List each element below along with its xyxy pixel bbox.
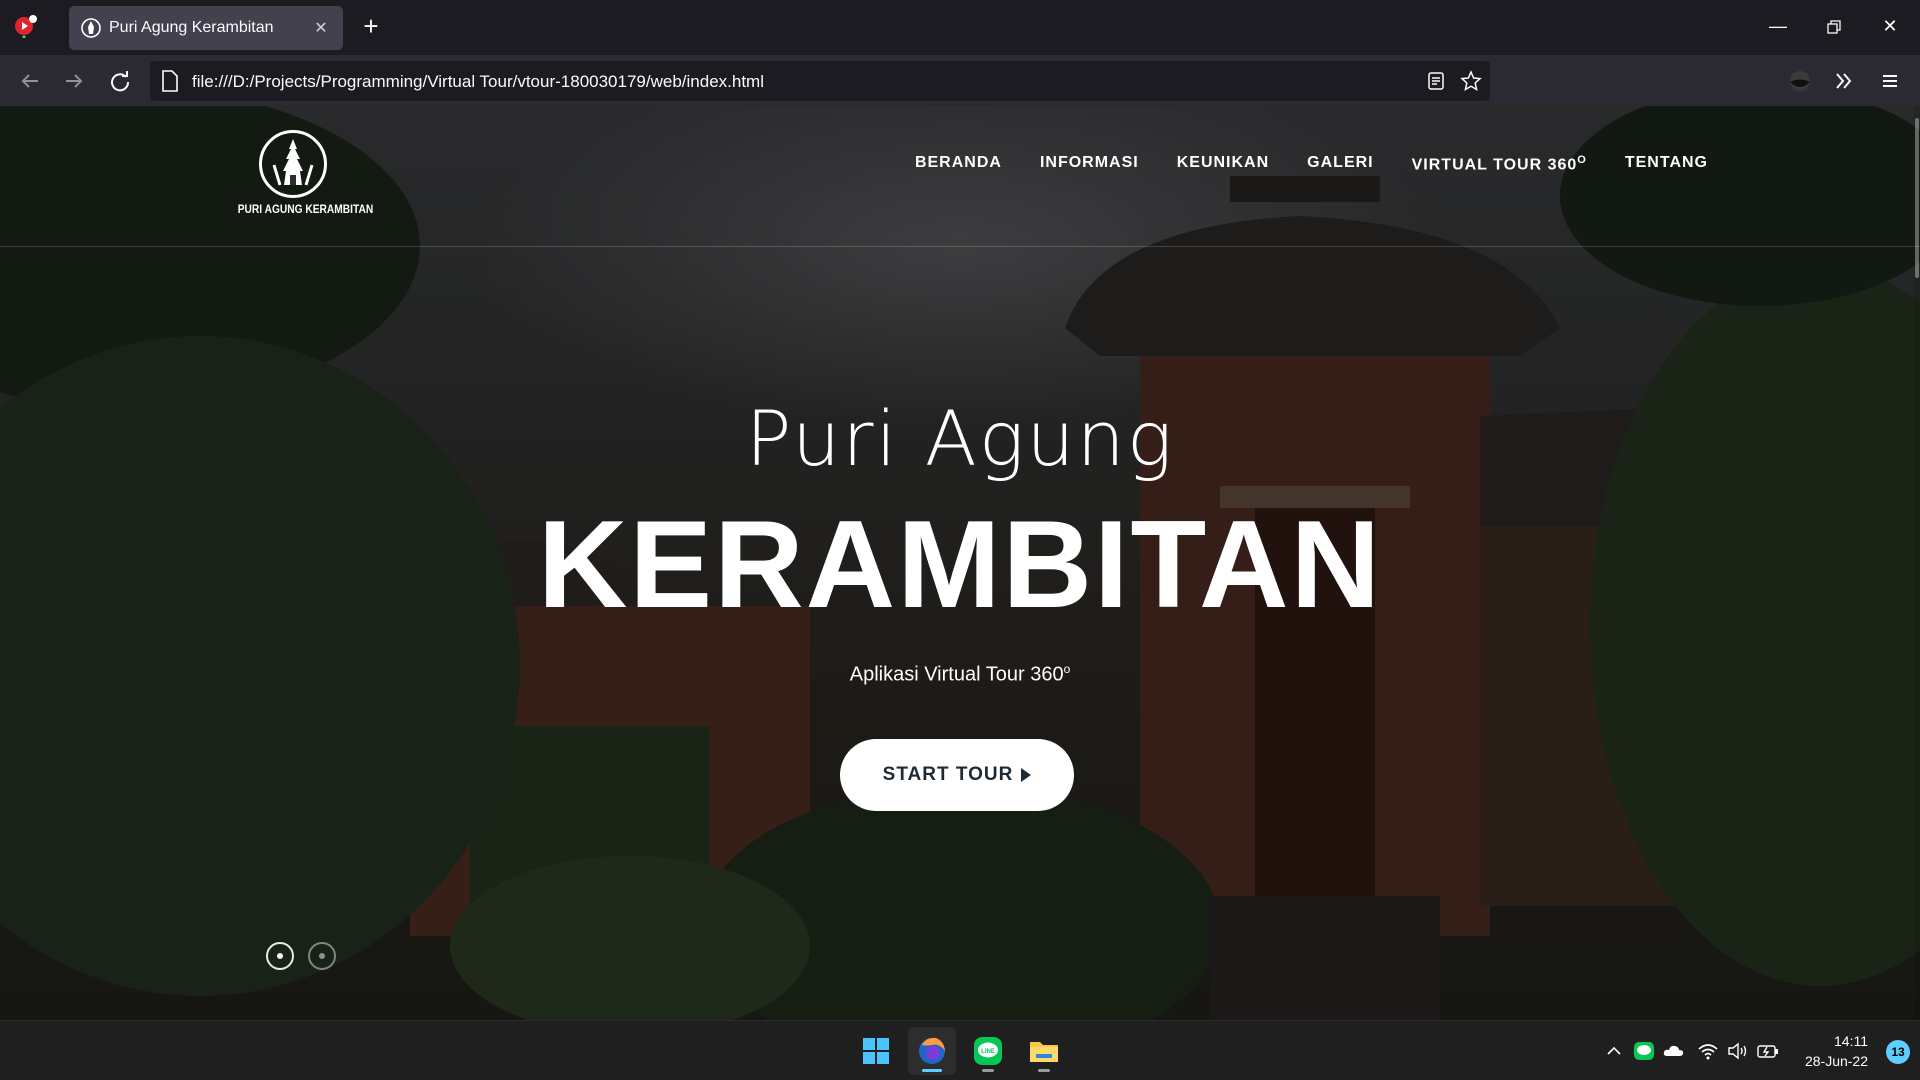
nav-galeri[interactable]: GALERI [1307, 154, 1373, 174]
notification-badge[interactable]: 13 [1886, 1040, 1910, 1064]
system-clock[interactable]: 14:11 28-Jun-22 [1805, 1031, 1868, 1071]
onedrive-cloud-icon[interactable] [1662, 1039, 1686, 1063]
youtube-notification-icon[interactable] [14, 14, 38, 38]
start-tour-label: START TOUR [882, 764, 1014, 785]
new-tab-button[interactable]: + [356, 12, 386, 42]
slide-dot-1[interactable] [266, 942, 294, 970]
account-avatar-icon[interactable] [1784, 65, 1816, 97]
nav-virtual-tour[interactable]: VIRTUAL TOUR 360O [1412, 154, 1587, 174]
logo-emblem-icon [259, 130, 327, 198]
tagline-degree-superscript: o [1063, 662, 1071, 676]
wifi-icon[interactable] [1696, 1039, 1720, 1063]
hero-tagline-text: Aplikasi Virtual Tour 360 [849, 663, 1064, 686]
degree-superscript: O [1577, 154, 1587, 166]
hero-subtitle: Puri Agung [745, 394, 1175, 483]
firefox-icon [919, 1037, 945, 1064]
hero-tagline: Aplikasi Virtual Tour 360o [0, 662, 1920, 687]
back-icon[interactable] [14, 65, 46, 97]
restore-button[interactable] [1814, 12, 1854, 42]
show-hidden-icons-chevron-icon[interactable] [1602, 1039, 1626, 1063]
nav-virtual-tour-label: VIRTUAL TOUR 360 [1411, 156, 1578, 174]
close-window-button[interactable]: ✕ [1870, 12, 1910, 42]
file-explorer-icon [1030, 1042, 1058, 1062]
minimize-button[interactable]: — [1758, 12, 1798, 42]
taskbar-firefox[interactable] [908, 1027, 956, 1075]
start-button[interactable] [852, 1027, 900, 1075]
site-nav-menu: BERANDA INFORMASI KEUNIKAN GALERI VIRTUA… [915, 154, 1708, 174]
logo-text: PURI AGUNG KERAMBITAN [237, 202, 374, 216]
nav-keunikan[interactable]: KEUNIKAN [1177, 154, 1269, 174]
url-text[interactable]: file:///D:/Projects/Programming/Virtual … [192, 72, 764, 92]
forward-icon[interactable] [58, 65, 90, 97]
play-arrow-icon [1021, 768, 1032, 782]
line-icon: LINE [974, 1037, 1002, 1065]
browser-nav-bar: file:///D:/Projects/Programming/Virtual … [0, 55, 1920, 106]
page-icon [162, 70, 178, 92]
hamburger-menu-icon[interactable] [1874, 65, 1906, 97]
site-logo[interactable]: PURI AGUNG KERAMBITAN [228, 130, 374, 216]
browser-tab[interactable]: Puri Agung Kerambitan ✕ [69, 6, 343, 50]
volume-icon[interactable] [1726, 1039, 1750, 1063]
line-tray-icon[interactable] [1632, 1039, 1656, 1063]
nav-beranda[interactable]: BERANDA [915, 154, 1002, 174]
windows-start-icon [863, 1038, 889, 1064]
nav-tentang[interactable]: TENTANG [1625, 154, 1708, 174]
battery-charging-icon[interactable] [1756, 1039, 1780, 1063]
nav-informasi[interactable]: INFORMASI [1040, 154, 1139, 174]
reader-view-icon[interactable] [1426, 71, 1446, 91]
windows-taskbar: LINE 14:11 28-Jun-22 13 [0, 1020, 1920, 1080]
hero-title: KERAMBITAN [537, 496, 1383, 634]
tab-title: Puri Agung Kerambitan [109, 19, 274, 36]
overflow-chevron-icon[interactable] [1828, 65, 1860, 97]
clock-date: 28-Jun-22 [1804, 1053, 1868, 1069]
page-scrollbar[interactable] [1914, 106, 1920, 1020]
clock-time: 14:11 [1834, 1033, 1868, 1049]
restore-icon [1827, 20, 1841, 34]
address-bar[interactable]: file:///D:/Projects/Programming/Virtual … [150, 61, 1490, 101]
reload-icon[interactable] [104, 65, 136, 97]
close-tab-icon[interactable]: ✕ [311, 18, 331, 38]
taskbar-line[interactable]: LINE [964, 1027, 1012, 1075]
scroll-thumb[interactable] [1915, 118, 1919, 278]
hero-section: PURI AGUNG KERAMBITAN BERANDA INFORMASI … [0, 106, 1920, 1020]
nav-divider [0, 246, 1920, 247]
bookmark-star-icon[interactable] [1460, 70, 1482, 92]
taskbar-file-explorer[interactable] [1020, 1027, 1068, 1075]
site-favicon-icon [81, 18, 101, 38]
start-tour-button[interactable]: START TOUR [840, 739, 1074, 811]
browser-tab-bar: Puri Agung Kerambitan ✕ + — ✕ [0, 0, 1920, 55]
slide-dot-2[interactable] [308, 942, 336, 970]
svg-text:LINE: LINE [981, 1049, 995, 1055]
